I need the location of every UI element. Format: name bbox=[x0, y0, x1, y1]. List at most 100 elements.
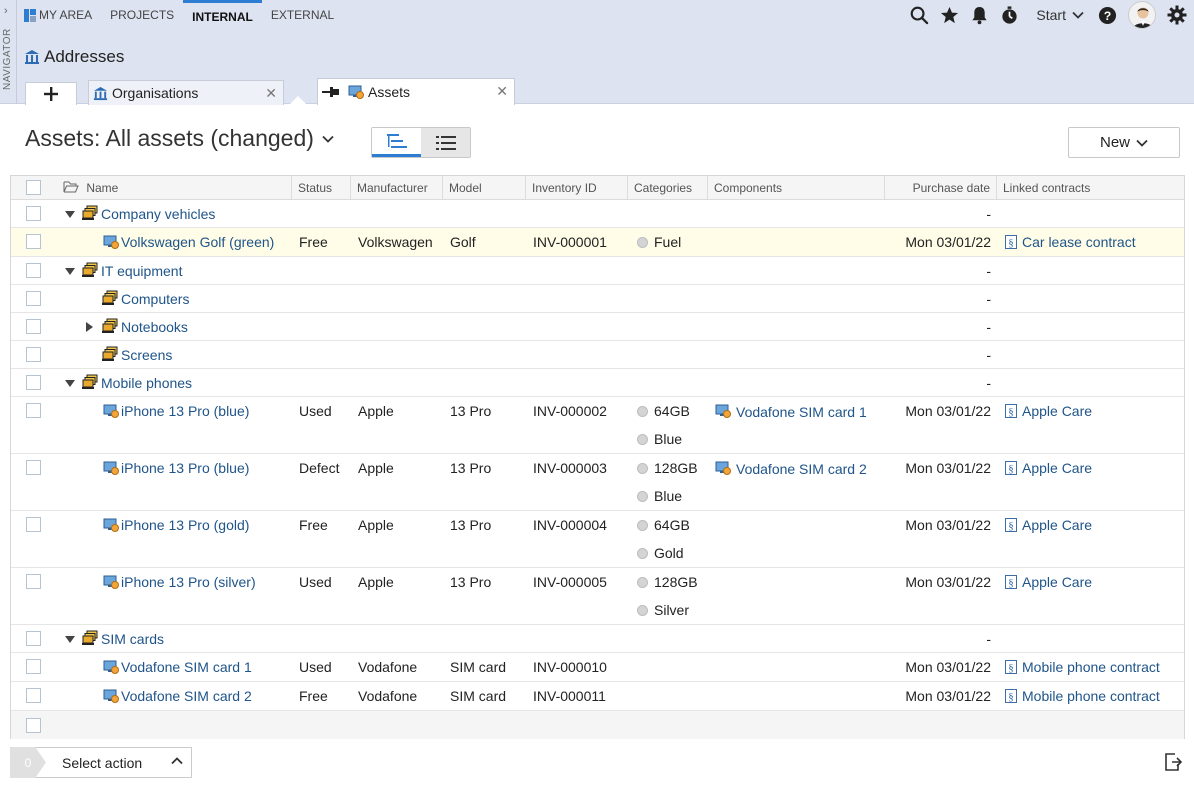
tab-organisations[interactable]: Organisations ✕ bbox=[88, 80, 284, 105]
asset-row[interactable]: iPhone 13 Pro (blue) Defect Apple 13 Pro INV… bbox=[11, 454, 1184, 511]
new-button[interactable]: New bbox=[1068, 127, 1180, 158]
collapse-triangle-icon[interactable] bbox=[65, 636, 75, 643]
asset-name[interactable]: Vodafone SIM card 2 bbox=[121, 688, 252, 705]
category-tag[interactable]: Gold bbox=[637, 545, 684, 562]
tab-assets[interactable]: Assets ✕ bbox=[317, 78, 515, 105]
row-checkbox[interactable] bbox=[26, 375, 41, 390]
asset-row[interactable]: iPhone 13 Pro (blue) Used Apple 13 Pro INV-0… bbox=[11, 397, 1184, 454]
select-all-checkbox[interactable] bbox=[26, 180, 41, 195]
col-purchase-date[interactable]: Purchase date bbox=[885, 176, 997, 200]
col-status[interactable]: Status bbox=[292, 176, 351, 200]
row-checkbox[interactable] bbox=[26, 574, 41, 589]
asset-row[interactable]: Vodafone SIM card 2 Free Vodafone SIM card I… bbox=[11, 682, 1184, 711]
group-row[interactable]: Notebooks - bbox=[11, 313, 1184, 341]
group-row[interactable]: Company vehicles - bbox=[11, 200, 1184, 228]
topnav-projects[interactable]: PROJECTS bbox=[101, 0, 183, 30]
pin-icon[interactable] bbox=[322, 86, 340, 98]
col-name[interactable]: Name bbox=[55, 176, 292, 200]
select-action-dropdown[interactable]: 0 Select action bbox=[10, 747, 192, 778]
topnav-internal[interactable]: INTERNAL bbox=[183, 0, 262, 30]
footer-checkbox[interactable] bbox=[26, 718, 41, 733]
group-row[interactable]: Screens - bbox=[11, 341, 1184, 369]
row-checkbox[interactable] bbox=[26, 517, 41, 532]
category-tag[interactable]: 128GB bbox=[637, 460, 698, 477]
group-name[interactable]: Screens bbox=[121, 347, 172, 364]
contract-link[interactable]: § Apple Care bbox=[1005, 574, 1092, 593]
row-checkbox[interactable] bbox=[26, 234, 41, 249]
group-name[interactable]: Company vehicles bbox=[101, 206, 215, 223]
col-components[interactable]: Components bbox=[708, 176, 885, 200]
group-name[interactable]: Computers bbox=[121, 291, 189, 308]
category-tag[interactable]: 64GB bbox=[637, 403, 690, 420]
contract-link[interactable]: § Car lease contract bbox=[1005, 234, 1136, 253]
collapse-triangle-icon[interactable] bbox=[65, 211, 75, 218]
asset-row[interactable]: Vodafone SIM card 1 Used Vodafone SIM card I… bbox=[11, 653, 1184, 682]
row-checkbox[interactable] bbox=[26, 688, 41, 703]
asset-name[interactable]: Volkswagen Golf (green) bbox=[121, 234, 274, 251]
page-title[interactable]: Assets: All assets (changed) bbox=[25, 125, 334, 152]
category-tag[interactable]: Fuel bbox=[637, 234, 681, 251]
start-menu-button[interactable]: Start bbox=[1036, 7, 1084, 23]
asset-name[interactable]: iPhone 13 Pro (gold) bbox=[121, 517, 249, 534]
category-tag[interactable]: Blue bbox=[637, 488, 682, 505]
row-checkbox[interactable] bbox=[26, 347, 41, 362]
col-categories[interactable]: Categories bbox=[628, 176, 708, 200]
category-tag[interactable]: 128GB bbox=[637, 574, 698, 591]
category-tag[interactable]: 64GB bbox=[637, 517, 690, 534]
row-checkbox[interactable] bbox=[26, 403, 41, 418]
collapse-triangle-icon[interactable] bbox=[65, 268, 75, 275]
asset-name[interactable]: iPhone 13 Pro (silver) bbox=[121, 574, 256, 591]
group-row[interactable]: Computers - bbox=[11, 285, 1184, 313]
list-view-button[interactable] bbox=[421, 128, 470, 157]
contract-link[interactable]: § Apple Care bbox=[1005, 403, 1092, 422]
group-name[interactable]: IT equipment bbox=[101, 263, 182, 280]
topnav-external[interactable]: EXTERNAL bbox=[262, 0, 343, 30]
group-name[interactable]: Notebooks bbox=[121, 319, 188, 336]
settings-gear-icon[interactable] bbox=[1166, 4, 1188, 26]
group-row[interactable]: IT equipment - bbox=[11, 257, 1184, 285]
row-checkbox[interactable] bbox=[26, 206, 41, 221]
row-checkbox[interactable] bbox=[26, 291, 41, 306]
component-link[interactable]: Vodafone SIM card 2 bbox=[715, 460, 867, 480]
component-link[interactable]: Vodafone SIM card 1 bbox=[715, 403, 867, 423]
asset-row[interactable]: iPhone 13 Pro (gold) Free Apple 13 Pro INV-0… bbox=[11, 511, 1184, 568]
contract-link[interactable]: § Apple Care bbox=[1005, 460, 1092, 479]
category-tag[interactable]: Silver bbox=[637, 602, 689, 619]
stopwatch-icon[interactable] bbox=[998, 4, 1020, 26]
group-name[interactable]: Mobile phones bbox=[101, 375, 192, 392]
col-linked-contracts[interactable]: Linked contracts bbox=[997, 176, 1184, 200]
col-inventory-id[interactable]: Inventory ID bbox=[526, 176, 628, 200]
close-icon[interactable]: ✕ bbox=[265, 85, 277, 102]
col-model[interactable]: Model bbox=[443, 176, 526, 200]
tree-view-button[interactable] bbox=[372, 128, 421, 157]
asset-name[interactable]: Vodafone SIM card 1 bbox=[121, 659, 252, 676]
user-avatar[interactable] bbox=[1128, 1, 1156, 29]
close-icon[interactable]: ✕ bbox=[496, 83, 508, 100]
add-tab-button[interactable] bbox=[25, 82, 77, 105]
contract-link[interactable]: § Apple Care bbox=[1005, 517, 1092, 536]
export-icon[interactable] bbox=[1163, 752, 1183, 772]
collapse-triangle-icon[interactable] bbox=[65, 380, 75, 387]
group-row[interactable]: Mobile phones - bbox=[11, 369, 1184, 397]
row-checkbox[interactable] bbox=[26, 319, 41, 334]
asset-row[interactable]: Volkswagen Golf (green) Free Volkswagen Gol… bbox=[11, 228, 1184, 257]
bell-icon[interactable] bbox=[968, 4, 990, 26]
search-icon[interactable] bbox=[908, 4, 930, 26]
row-checkbox[interactable] bbox=[26, 631, 41, 646]
group-row[interactable]: SIM cards - bbox=[11, 625, 1184, 653]
asset-name[interactable]: iPhone 13 Pro (blue) bbox=[121, 460, 249, 477]
chevron-right-icon[interactable]: › bbox=[4, 5, 8, 17]
expand-triangle-icon[interactable] bbox=[86, 322, 93, 332]
category-tag[interactable]: Blue bbox=[637, 431, 682, 448]
group-name[interactable]: SIM cards bbox=[101, 631, 164, 648]
col-manufacturer[interactable]: Manufacturer bbox=[351, 176, 443, 200]
contract-link[interactable]: § Mobile phone contract bbox=[1005, 688, 1160, 707]
topnav-my-area[interactable]: MY AREA bbox=[24, 0, 101, 30]
star-icon[interactable] bbox=[938, 4, 960, 26]
row-checkbox[interactable] bbox=[26, 263, 41, 278]
row-checkbox[interactable] bbox=[26, 659, 41, 674]
asset-row[interactable]: iPhone 13 Pro (silver) Used Apple 13 Pro INV… bbox=[11, 568, 1184, 625]
asset-name[interactable]: iPhone 13 Pro (blue) bbox=[121, 403, 249, 420]
navigator-strip[interactable]: › NAVIGATOR bbox=[0, 0, 17, 104]
row-checkbox[interactable] bbox=[26, 460, 41, 475]
